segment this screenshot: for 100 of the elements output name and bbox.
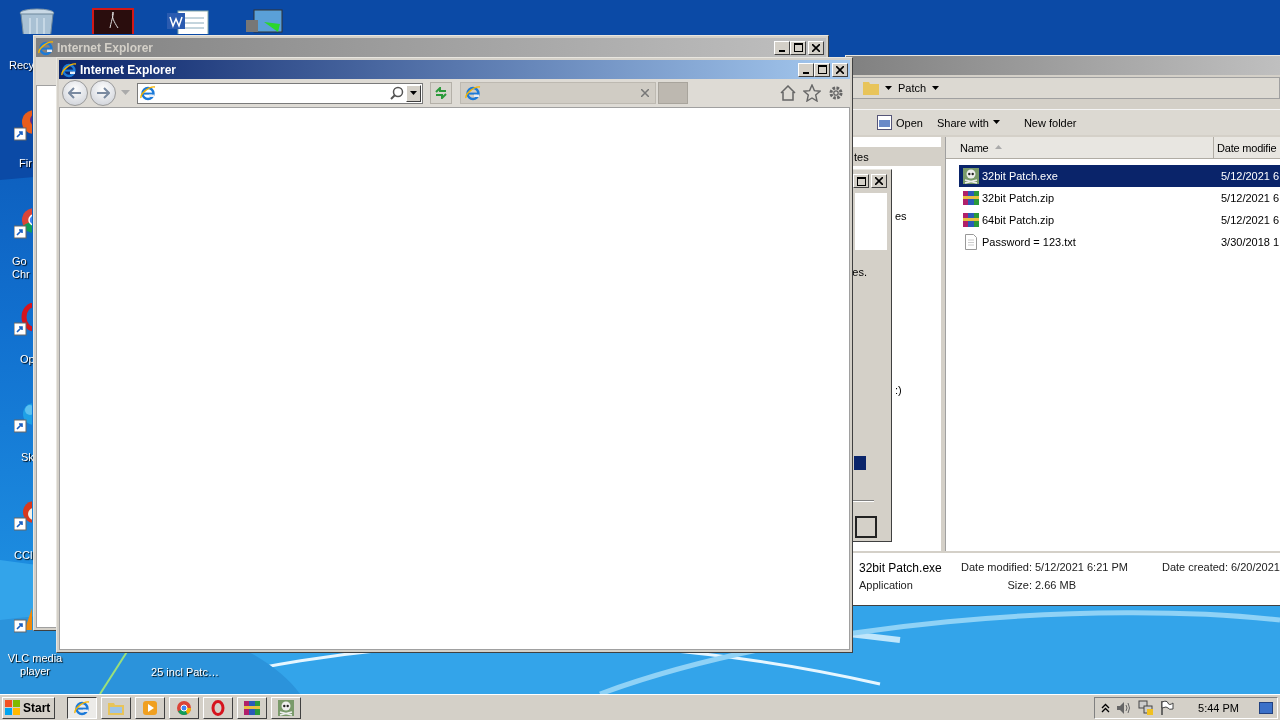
flag-icon[interactable] [1160,700,1175,715]
dialog-button[interactable] [855,516,877,538]
skull-icon [963,168,979,184]
file-date: 3/30/2018 1 [1220,236,1280,248]
forward-button[interactable] [90,80,116,106]
close-icon [875,177,883,185]
window-icon [877,115,892,130]
folder-icon [863,81,879,95]
chevron-up-icon[interactable] [1101,702,1111,713]
clock[interactable]: 5:44 PM [1198,701,1239,714]
window-title: Internet Explorer [57,40,154,55]
file-row[interactable]: 64bit Patch.zip 5/12/2021 6 [959,209,1280,231]
minimize-icon [803,71,809,74]
desktop-icon-label[interactable]: Fir [19,157,33,170]
caret-icon [994,145,1002,150]
archive-icon [963,212,979,228]
details-file-name: 32bit Patch.exe [859,561,943,577]
start-button[interactable]: Start [2,696,56,719]
caret-icon [885,85,892,91]
details-label: Date created: [1160,561,1228,575]
column-header[interactable]: Date modifie [1214,137,1280,159]
file-name: Password = 123.txt [982,236,1076,248]
archive-icon [244,699,261,716]
toolbar-button[interactable]: Share with [931,114,1005,131]
shortcut-icon[interactable] [14,303,32,337]
details-value: 6/20/2021 [1231,561,1280,575]
text-file-icon [963,234,979,250]
document-icon[interactable] [166,10,210,34]
address-field[interactable] [137,82,423,104]
file-name: 64bit Patch.zip [982,214,1055,226]
window-title: Internet Explorer [80,62,177,77]
close-icon [641,89,649,97]
desktop-icon-label[interactable]: Go Chr [12,255,32,281]
maximize-button[interactable] [853,174,869,188]
play-icon [142,699,159,716]
desktop-icon-label[interactable]: CCl [14,549,33,562]
browser-icon [74,699,91,716]
file-row[interactable]: 32bit Patch.exe 5/12/2021 6 [959,165,1280,187]
desktop-icon-label[interactable]: Recy [9,59,33,72]
file-date: 5/12/2021 6 [1220,170,1280,182]
close-tab-button[interactable] [641,89,649,97]
maximize-icon [856,176,866,186]
details-value: 2.66 MB [1035,579,1077,593]
close-icon [812,43,820,52]
maximize-button[interactable] [790,40,806,55]
browser-icon [140,85,156,101]
minimize-button[interactable] [798,62,814,77]
desktop-icon-label[interactable]: Sk [21,451,33,464]
document-app-icon[interactable] [92,8,134,34]
caret-icon [410,91,417,95]
windows-logo-icon [5,700,21,715]
nav-item[interactable]: :) [895,384,902,396]
breadcrumb-item[interactable]: Patch [898,82,927,94]
close-button[interactable] [808,40,824,55]
refresh-arrows-icon [434,87,448,99]
browser-icon [38,39,54,56]
maximize-button[interactable] [814,62,830,77]
file-name: 32bit Patch.exe [982,170,1058,182]
maximize-icon [817,65,827,74]
column-header[interactable]: Name [946,137,1214,159]
ring-icon [210,699,227,716]
file-name: 32bit Patch.zip [982,192,1055,204]
details-value: 5/12/2021 6:21 PM [1035,561,1129,575]
back-button[interactable] [62,80,88,106]
browser-icon [465,85,481,101]
address-bar[interactable]: Patch [850,77,1280,99]
nav-item[interactable]: es [895,210,907,222]
network-icon[interactable] [1138,700,1155,715]
dropdown-button[interactable] [406,84,421,102]
file-date: 5/12/2021 6 [1220,214,1280,226]
details-label: Size: [1006,579,1032,593]
close-icon [836,65,844,74]
browser-icon [61,61,77,78]
file-row[interactable]: Password = 123.txt 3/30/2018 1 [959,231,1280,253]
dialog-text: es. [852,266,867,278]
close-button[interactable] [832,62,848,77]
arrow-left-icon [68,87,82,99]
caret-icon [932,85,940,91]
taskbar-button[interactable] [67,696,98,719]
archive-icon [963,190,979,206]
arrow-right-icon [96,87,110,99]
details-file-type: Application [859,579,914,593]
details-label: Date modified: [960,561,1032,575]
toolbar-button[interactable]: New folder [1018,114,1082,131]
monitor-icon[interactable] [244,8,284,34]
folder-icon [108,700,125,715]
file-date: 5/12/2021 6 [1220,192,1280,204]
search-icon[interactable] [390,86,404,100]
caret-icon [992,120,1000,125]
speaker-icon[interactable] [1116,700,1133,715]
toolbar-button[interactable]: Open [872,113,928,132]
minimize-icon [779,49,785,52]
file-row[interactable]: 32bit Patch.zip 5/12/2021 6 [959,187,1280,209]
close-button[interactable] [871,174,887,188]
skull-icon [278,699,295,716]
minimize-button[interactable] [774,40,790,55]
maximize-icon [793,43,803,52]
selection-marker [854,456,866,470]
show-desktop-icon[interactable] [1259,701,1273,714]
star-icon[interactable] [801,82,823,104]
